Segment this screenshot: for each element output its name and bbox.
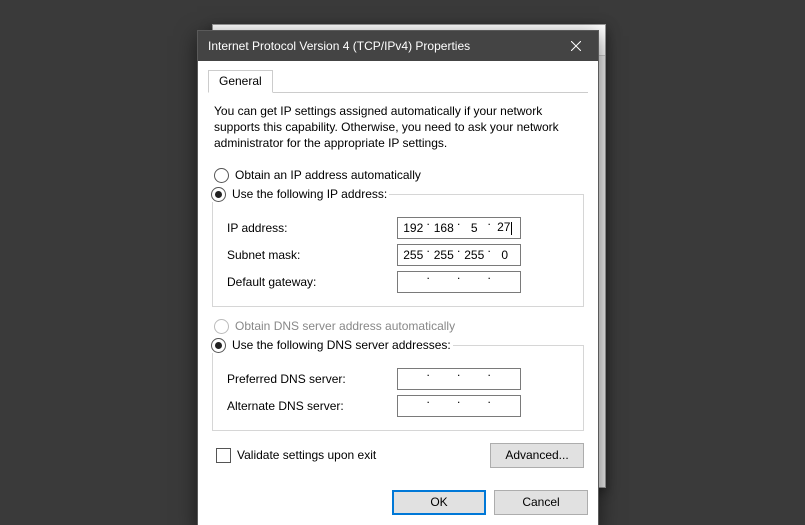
row-default-gateway: Default gateway: (223, 271, 573, 293)
advanced-button[interactable]: Advanced... (490, 443, 584, 468)
radio-obtain-dns-auto: Obtain DNS server address automatically (208, 317, 588, 336)
radio-icon (214, 319, 229, 334)
radio-use-following-dns[interactable]: Use the following DNS server addresses: (209, 338, 453, 353)
radio-label: Obtain DNS server address automatically (235, 319, 455, 333)
checkbox-validate-on-exit[interactable]: Validate settings upon exit (210, 446, 382, 465)
label-default-gateway: Default gateway: (223, 275, 397, 289)
close-button[interactable] (553, 31, 598, 61)
intro-text: You can get IP settings assigned automat… (208, 103, 588, 166)
row-preferred-dns: Preferred DNS server: (223, 368, 573, 390)
input-alternate-dns[interactable] (397, 395, 521, 417)
input-default-gateway[interactable] (397, 271, 521, 293)
cancel-button[interactable]: Cancel (494, 490, 588, 515)
row-subnet-mask: Subnet mask: 255 255 255 0 (223, 244, 573, 266)
radio-label: Obtain an IP address automatically (235, 168, 421, 182)
row-alternate-dns: Alternate DNS server: (223, 395, 573, 417)
radio-icon (214, 168, 229, 183)
row-ip-address: IP address: 192 168 5 27 (223, 217, 573, 239)
bottom-row: Validate settings upon exit Advanced... (208, 441, 588, 468)
label-alternate-dns: Alternate DNS server: (223, 399, 397, 413)
tab-general[interactable]: General (208, 70, 273, 93)
input-preferred-dns[interactable] (397, 368, 521, 390)
label-preferred-dns: Preferred DNS server: (223, 372, 397, 386)
label-ip-address: IP address: (223, 221, 397, 235)
dialog-footer: OK Cancel (198, 478, 598, 525)
tabstrip: General (208, 69, 588, 93)
radio-label: Use the following DNS server addresses: (232, 338, 451, 352)
ipv4-properties-dialog: Internet Protocol Version 4 (TCP/IPv4) P… (197, 30, 599, 525)
checkbox-label: Validate settings upon exit (237, 448, 376, 462)
radio-use-following-ip[interactable]: Use the following IP address: (209, 187, 389, 202)
titlebar[interactable]: Internet Protocol Version 4 (TCP/IPv4) P… (198, 31, 598, 61)
radio-obtain-ip-auto[interactable]: Obtain an IP address automatically (208, 166, 588, 185)
close-icon (571, 41, 581, 51)
radio-icon (211, 187, 226, 202)
label-subnet-mask: Subnet mask: (223, 248, 397, 262)
checkbox-icon (216, 448, 231, 463)
input-subnet-mask[interactable]: 255 255 255 0 (397, 244, 521, 266)
input-ip-address[interactable]: 192 168 5 27 (397, 217, 521, 239)
dns-group: Use the following DNS server addresses: … (212, 338, 584, 431)
ip-group: Use the following IP address: IP address… (212, 187, 584, 307)
dialog-body: General You can get IP settings assigned… (198, 61, 598, 478)
ok-button[interactable]: OK (392, 490, 486, 515)
radio-icon (211, 338, 226, 353)
radio-label: Use the following IP address: (232, 187, 387, 201)
window-title: Internet Protocol Version 4 (TCP/IPv4) P… (208, 39, 553, 53)
